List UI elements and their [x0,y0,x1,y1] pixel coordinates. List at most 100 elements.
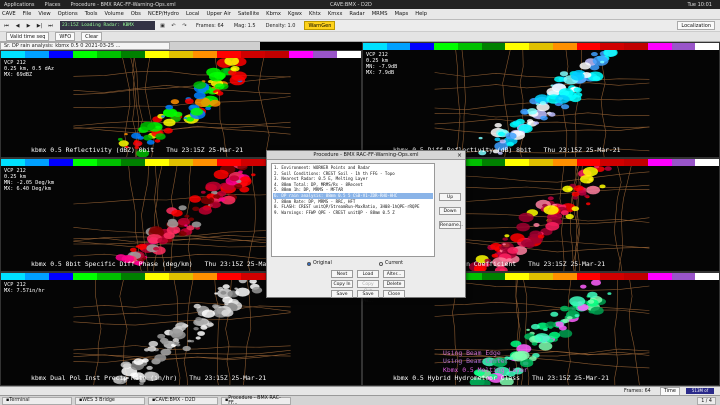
radio-checked-icon [307,261,311,266]
down-button[interactable]: Down [439,207,461,215]
menu-tools[interactable]: Tools [85,11,98,17]
frames-label[interactable]: Frames: 64 [196,23,224,29]
procedure-list[interactable]: 1. Environment: WORKER Points and Radar 2… [271,163,435,257]
menu-radar[interactable]: Radar [349,11,364,17]
places-menu[interactable]: Places [45,2,61,8]
panel-product-label: kbmx Dual Pol Inst Precip Rate (in/hr) Th… [31,374,266,382]
melting-layer-label: Kbmx 0.5 Melting Layer [443,366,528,374]
radio-unchecked-icon [379,261,383,266]
active-window-title: Procedure - BMX RAC-FF-Warning-Ops.xml [70,1,176,8]
save-icon[interactable]: ▣ [158,21,167,30]
menu-satellite[interactable]: Satellite [238,11,259,17]
dialog-title[interactable]: Procedure - BMX RAC-FF-Warning-Ops.xml × [267,151,465,160]
next-button[interactable]: Next [331,270,353,278]
prev-frame-icon[interactable]: ◀ [13,21,22,30]
product-time: Thu 23:15Z 25-Mar-21 [189,374,267,382]
redo-icon[interactable]: ↷ [180,21,189,30]
panel-product-label: kbmx 0.5 8bit Specific Diff Phase (deg/k… [31,260,282,268]
menu-local[interactable]: Local [186,11,199,17]
warngen-button[interactable]: WarnGen [304,21,336,30]
alter-button[interactable]: Alter... [383,270,405,278]
menu-obs[interactable]: Obs [131,11,141,17]
menu-ncep-hydro[interactable]: NCEP/Hydro [148,11,179,17]
wfo-select[interactable]: WFO [55,32,76,41]
menu-khtx[interactable]: Khtx [309,11,321,17]
color-scale-bar [363,43,719,50]
copy-in-button[interactable]: Copy In [331,280,353,288]
memory-indicator: 513M of 896M [686,388,714,399]
current-radio[interactable]: Current [379,261,403,266]
close-icon[interactable]: × [457,151,462,160]
save-button[interactable]: Save [331,290,353,298]
save-as-button[interactable]: Save As... [357,290,379,304]
menu-view[interactable]: View [38,11,50,17]
last-frame-icon[interactable]: ⏭ [46,21,55,30]
density-label[interactable]: Density: 1.0 [266,23,296,29]
panel-product-label: kbmx 0.5 Hybrid Hydrometeor Class Thu 23:… [393,374,609,382]
clock[interactable]: Tue 10:01 [687,2,712,8]
next-frame-icon[interactable]: ▶| [35,21,44,30]
load-button[interactable]: Load [357,270,379,278]
editor-tab[interactable]: Sr. DP rain analysis: kbmx 0.5 0 2021-03… [0,42,170,50]
main-toolbar: ⏮ ◀ ▶ ▶| ⏭ 23:15Z Loading Radar: KBMX ▣ … [0,20,720,32]
taskbar-item[interactable]: ▪ CAVE:BMX - D2D [148,396,218,405]
step-back-icon[interactable]: ⏮ [2,21,11,30]
menu-kmxx[interactable]: Kmxx [328,11,343,17]
close-button[interactable]: Close [383,290,405,298]
radar-panel[interactable]: VCP 212 0.25 km MN: -7.9dB MX: 7.9dBkbmx… [362,42,720,158]
valid-time-select[interactable]: Valid time seq [6,32,50,41]
menu-mrms[interactable]: MRMS [372,11,388,17]
menu-cave[interactable]: CAVE [2,11,16,17]
panel-info-text: VCP 212 0.25 km, 0.5 dAz MX: 69dBZ [4,60,54,78]
up-button[interactable]: Up [439,193,461,201]
original-radio[interactable]: Original [307,261,332,266]
clear-button[interactable]: Clear [81,32,103,41]
menu-kbmx[interactable]: Kbmx [266,11,281,17]
product-name: kbmx 0.5 Reflectivity (dBZ) 0bit [31,146,155,154]
copy-out-button[interactable]: Copy Out [357,280,379,294]
taskbar-item[interactable]: ▪ Procedure - BMX RAC-FF... [221,396,291,405]
procedure-list-item[interactable]: 8. FLASH: CREST unitQP/StreamRun-MaxRati… [273,204,433,210]
loading-status-field: 23:15Z Loading Radar: KBMX [60,21,155,30]
product-name: kbmx Dual Pol Inst Precip Rate (in/hr) [31,374,178,382]
status-bar: Frames: 64 Time 513M of 896M [0,386,720,399]
localization-button[interactable]: Localization [677,21,715,30]
menu-maps[interactable]: Maps [395,11,409,17]
frames-status[interactable]: Frames: 64 [624,389,651,394]
panel-info-text: VCP 212 MX: 7.57in/hr [4,282,45,294]
taskbar-item-label: WES 3 Bridge [82,398,115,403]
current-radio-label: Current [385,261,404,266]
menu-file[interactable]: File [23,11,32,17]
workspace-pager[interactable]: 1 / 4 [697,396,716,405]
taskbar-item[interactable]: ▪ WES 3 Bridge [75,396,145,405]
menu-options[interactable]: Options [58,11,78,17]
play-icon[interactable]: ▶ [24,21,33,30]
secondary-toolbar: Valid time seq WFO Clear [0,32,720,42]
product-time: Thu 23:15Z 25-Mar-21 [543,146,621,154]
panel-info-text: VCP 212 0.25 km MN: -7.9dB MX: 7.9dB [366,52,398,76]
menu-kgwx[interactable]: Kgwx [288,11,302,17]
radar-map[interactable] [1,58,362,158]
editor-tab-bar: Sr. DP rain analysis: kbmx 0.5 0 2021-03… [0,42,260,50]
taskbar-item-label: CAVE:BMX - D2D [155,398,196,403]
menu-volume[interactable]: Volume [104,11,123,17]
undo-icon[interactable]: ↶ [169,21,178,30]
rename-button[interactable]: Rename... [439,221,463,229]
menu-upper-air[interactable]: Upper Air [206,11,230,17]
os-top-panel: Applications Places Procedure - BMX RAC-… [0,0,720,9]
procedure-list-item[interactable]: 9. Warnings: FFWP QPE - CREST unitQP - 8… [273,210,433,216]
menu-help[interactable]: Help [415,11,427,17]
product-time: Thu 23:15Z 25-Mar-21 [528,260,606,268]
radar-panel[interactable]: VCP 212 0.25 km, 0.5 dAz MX: 69dBZ kbmx 0… [0,50,362,158]
product-time: Thu 23:15Z 25-Mar-21 [166,146,244,154]
beam-center-label: Using Beam Center [443,357,509,365]
radar-map[interactable] [363,50,720,158]
taskbar-item[interactable]: ▪ Terminal [2,396,72,405]
menu-bar: CAVE File View Options Tools Volume Obs NCEP/Hy… [0,9,720,20]
panel-product-label: kbmx 0.5 Reflectivity (dBZ) 0bit Thu 23:1… [31,146,243,154]
delete-button[interactable]: Delete [383,280,405,288]
mag-label[interactable]: Mag: 1.5 [234,23,256,29]
panel-info-text: VCP 212 0.25 km MN: -2.05 Deg/km MX: 6.4… [4,168,54,192]
taskbar: ▪ Terminal ▪ WES 3 Bridge ▪ CAVE:BMX - D2D… [0,395,720,405]
applications-menu[interactable]: Applications [4,2,35,8]
